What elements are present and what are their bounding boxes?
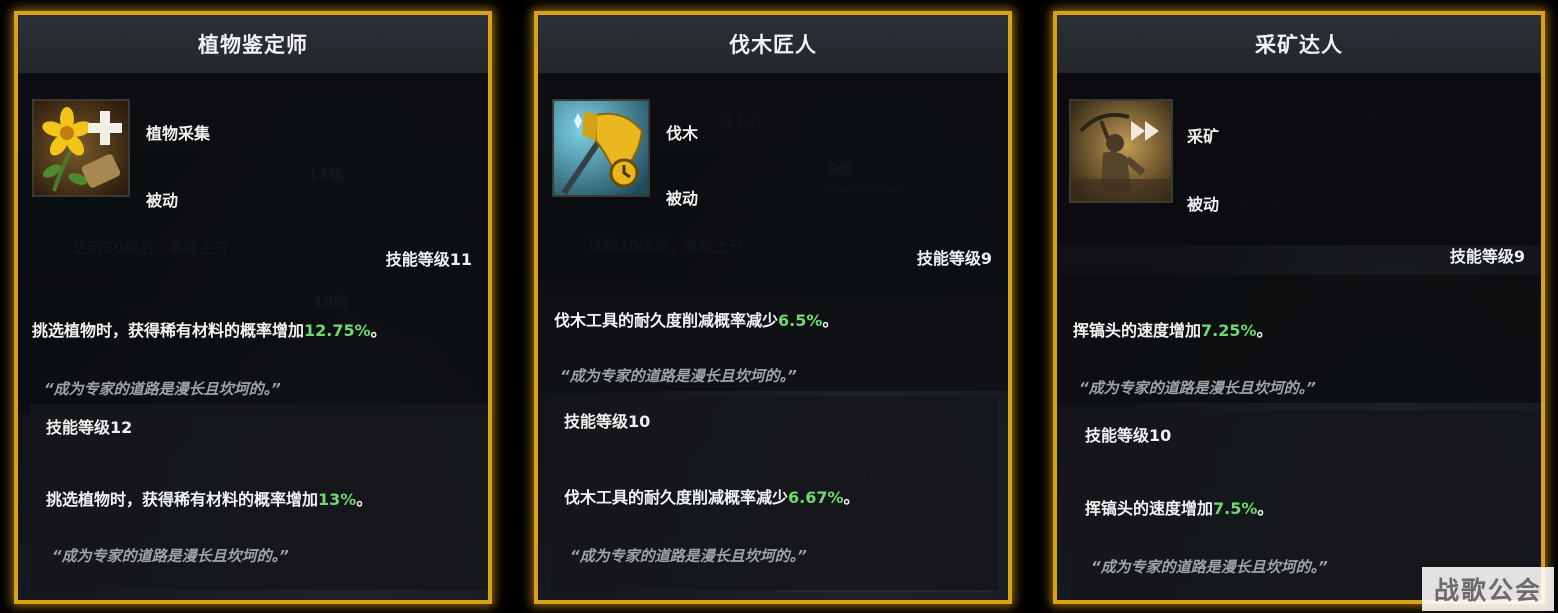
skill-tooltip-current: 植物采集 被动 技能等级11 挑选植物时，获得稀有材料的概率增加12.75%。 … [18,73,488,413]
skill-name: 采矿 [1187,127,1220,146]
skill-name: 伐木 [666,124,699,143]
next-effect-percent: 13% [318,490,357,509]
skill-type: 被动 [666,189,699,208]
skill-type: 被动 [1187,195,1220,214]
current-effect: 挑选植物时，获得稀有材料的概率增加12.75%。 [32,321,387,340]
current-effect-percent: 7.25% [1201,321,1257,340]
next-effect: 挥镐头的速度增加7.5%。 [1085,499,1274,518]
miner-fastforward-icon [1069,99,1173,203]
skill-tooltip-current: 采矿 被动 [1057,73,1541,245]
skill-tooltip-next: 技能等级10 伐木工具的耐久度削减概率减少6.67%。 “成为专家的道路是漫长且… [550,396,998,590]
current-effect-percent: 12.75% [304,321,371,340]
next-effect: 挑选植物时，获得稀有材料的概率增加13%。 [46,490,373,509]
skill-name: 植物采集 [146,124,211,143]
next-skill-level: 技能等级12 [46,418,133,437]
skill-card-plant: 11级 达到30级后，等级上升 10级 植物鉴定师 [14,11,492,604]
current-flavor-quote: “成为专家的道路是漫长且坎坷的。” [44,380,281,398]
current-skill-level: 技能等级9 [1449,247,1525,266]
card-title: 植物鉴定师 [18,15,488,73]
current-effect-percent: 6.5% [778,311,823,330]
skill-tooltip-current-effect: 伐木工具的耐久度削减概率减少6.5%。 “成为专家的道路是漫长且坎坷的。” [538,285,1008,391]
site-watermark: 战歌公会 [1422,567,1554,611]
skill-tooltip-current: 伐木 被动 技能等级9 [538,73,1008,293]
skill-tooltip-current-effect: 挥镐头的速度增加7.25%。 “成为专家的道路是漫长且坎坷的。” [1057,275,1541,403]
axe-clock-icon [552,99,650,197]
card-title: 采矿达人 [1057,15,1541,73]
current-effect: 伐木工具的耐久度削减概率减少6.5%。 [554,311,839,330]
next-skill-level: 技能等级10 [564,412,651,431]
current-flavor-quote: “成为专家的道路是漫长且坎坷的。” [1079,379,1316,397]
next-flavor-quote: “成为专家的道路是漫长且坎坷的。” [570,547,807,565]
next-effect: 伐木工具的耐久度削减概率减少6.67%。 [564,488,860,507]
next-effect-percent: 6.67% [788,488,844,507]
next-flavor-quote: “成为专家的道路是漫长且坎坷的。” [52,547,289,565]
skill-card-mining: 9级 等级上升 3110/3110 采矿达人 采 [1053,11,1545,604]
current-effect: 挥镐头的速度增加7.25%。 [1073,321,1273,340]
next-skill-level: 技能等级10 [1085,426,1172,445]
skill-tooltip-next: 技能等级12 挑选植物时，获得稀有材料的概率增加13%。 “成为专家的道路是漫长… [30,404,488,590]
next-flavor-quote: “成为专家的道路是漫长且坎坷的。” [1091,558,1328,576]
next-effect-percent: 7.5% [1213,499,1258,518]
current-skill-level: 技能等级11 [385,250,472,269]
skill-type: 被动 [146,191,179,210]
flower-plus-icon [32,99,130,197]
current-skill-level: 技能等级9 [916,249,992,268]
skill-card-logging: 9级 级上升 达到30级后，等级上升 3110/3110 伐木匠人 伐木 [534,11,1012,604]
card-title: 伐木匠人 [538,15,1008,73]
current-flavor-quote: “成为专家的道路是漫长且坎坷的。” [560,367,797,385]
